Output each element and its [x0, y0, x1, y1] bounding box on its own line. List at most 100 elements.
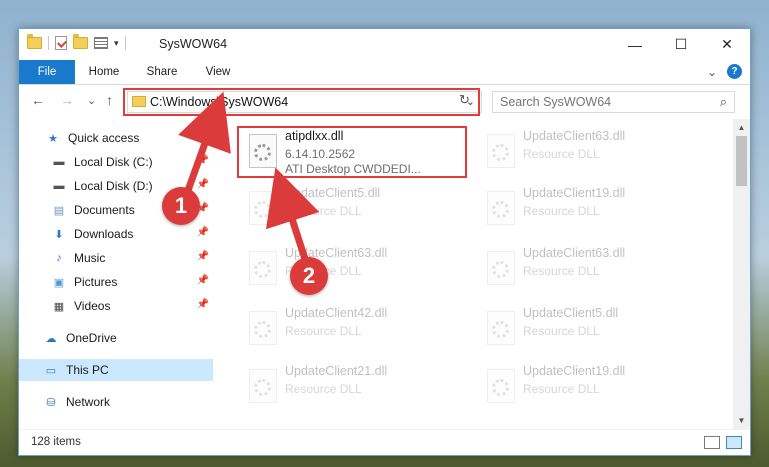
drive-icon: ▬: [53, 156, 65, 168]
title-bar: ▾ SysWOW64 — ☐ ✕: [19, 29, 750, 60]
download-icon: ⬇: [54, 228, 64, 241]
window-title: SysWOW64: [159, 37, 228, 51]
details-view-icon[interactable]: [704, 436, 720, 449]
sidebar-item-label: This PC: [66, 363, 109, 377]
tab-file[interactable]: File: [19, 60, 75, 84]
cloud-icon: ☁: [45, 332, 57, 345]
scroll-up-arrow-icon[interactable]: ▲: [733, 119, 750, 136]
file-tile[interactable]: UpdateClient63.dll Resource DLL: [475, 243, 705, 295]
video-icon: ▦: [53, 300, 65, 313]
sidebar-item-pictures[interactable]: ▣ Pictures 📌: [19, 271, 213, 293]
maximize-button[interactable]: ☐: [658, 29, 704, 60]
properties-icon[interactable]: [55, 36, 67, 50]
file-type: Resource DLL: [285, 382, 362, 396]
customize-toolbar-chevron-icon[interactable]: ▾: [114, 38, 119, 49]
pin-icon[interactable]: 📌: [197, 299, 209, 310]
large-icons-view-icon[interactable]: [726, 436, 742, 449]
scroll-down-arrow-icon[interactable]: ▼: [733, 412, 750, 429]
sidebar-item-label: Pictures: [74, 275, 118, 289]
step-2-badge: 2: [290, 257, 328, 295]
folder-icon: [27, 34, 42, 49]
sidebar-item-label: Downloads: [74, 227, 134, 241]
sidebar-item-label: Network: [66, 395, 111, 409]
up-button[interactable]: ↑: [106, 92, 113, 108]
network-icon: ⛁: [46, 396, 56, 409]
file-type: Resource DLL: [523, 382, 600, 396]
item-count: 128 items: [31, 436, 81, 448]
address-bar-highlight: [123, 88, 480, 116]
file-type: Resource DLL: [523, 147, 600, 161]
forward-button[interactable]: →: [60, 92, 74, 108]
sidebar-item-label: Quick access: [68, 131, 140, 145]
file-tile[interactable]: UpdateClient19.dll Resource DLL: [475, 361, 705, 413]
sidebar-item-label: Documents: [74, 203, 135, 217]
status-bar: 128 items: [19, 429, 750, 455]
new-folder-icon[interactable]: [73, 34, 88, 49]
file-name: UpdateClient63.dll: [523, 129, 626, 143]
sidebar-item-quick-access[interactable]: ★ Quick access: [19, 127, 213, 149]
dll-file-icon: [487, 191, 515, 225]
refresh-icon[interactable]: ↻: [459, 92, 470, 108]
tab-share[interactable]: Share: [137, 60, 187, 84]
music-icon: ♪: [56, 252, 62, 264]
back-button[interactable]: ←: [31, 92, 45, 108]
close-button[interactable]: ✕: [704, 29, 750, 60]
pin-icon[interactable]: 📌: [197, 251, 209, 262]
expand-ribbon-chevron-icon[interactable]: ⌄: [707, 65, 717, 79]
search-box[interactable]: ⌕: [492, 91, 735, 113]
help-icon[interactable]: ?: [727, 64, 742, 79]
tab-view[interactable]: View: [195, 60, 241, 84]
file-type: Resource DLL: [285, 204, 362, 218]
file-explorer-window: ▾ SysWOW64 — ☐ ✕ File Home Share View ⌄ …: [18, 28, 751, 456]
view-options-icon[interactable]: [94, 37, 108, 49]
file-tile[interactable]: UpdateClient21.dll Resource DLL: [237, 361, 467, 413]
file-tile[interactable]: UpdateClient63.dll Resource DLL: [237, 243, 467, 295]
star-icon: ★: [48, 132, 58, 145]
gear-icon: [254, 379, 271, 396]
recent-locations-chevron-icon[interactable]: ⌄: [87, 94, 96, 107]
sidebar-item-network[interactable]: ⛁ Network: [19, 391, 213, 413]
pin-icon[interactable]: 📌: [197, 155, 209, 166]
file-tile[interactable]: UpdateClient19.dll Resource DLL: [475, 183, 705, 235]
sidebar-item-music[interactable]: ♪ Music 📌: [19, 247, 213, 269]
file-name: atipdlxx.dll: [285, 129, 344, 143]
dll-file-icon: [249, 134, 277, 168]
search-icon[interactable]: ⌕: [720, 94, 727, 110]
minimize-button[interactable]: —: [612, 29, 658, 60]
pin-icon[interactable]: 📌: [197, 227, 209, 238]
file-tile[interactable]: UpdateClient5.dll Resource DLL: [237, 183, 467, 235]
view-toggle: [704, 436, 742, 449]
drive-icon: ▬: [53, 180, 65, 192]
pin-icon[interactable]: 📌: [197, 275, 209, 286]
gear-icon: [492, 321, 509, 338]
tab-home[interactable]: Home: [79, 60, 129, 84]
sidebar-item-this-pc[interactable]: ▭ This PC: [19, 359, 213, 381]
gear-icon: [492, 201, 509, 218]
dll-file-icon: [249, 311, 277, 345]
pin-icon[interactable]: 📌: [197, 179, 209, 190]
file-tile[interactable]: UpdateClient63.dll Resource DLL: [475, 126, 705, 178]
navigation-bar: ← → ⌄ ↑ C:\Windows\SysWOW64 ⌄ ↻ ⌕: [19, 86, 750, 118]
file-tile-atipdlxx[interactable]: atipdlxx.dll 6.14.10.2562 ATI Desktop CW…: [237, 126, 467, 178]
scrollbar-thumb[interactable]: [736, 136, 747, 186]
file-type: Resource DLL: [523, 324, 600, 338]
step-1-badge: 1: [162, 187, 200, 225]
pictures-icon: ▣: [53, 276, 65, 289]
dll-file-icon: [487, 251, 515, 285]
sidebar-item-label: Music: [74, 251, 106, 265]
gear-icon: [492, 379, 509, 396]
ribbon-tabs: File Home Share View ⌄ ?: [19, 60, 750, 85]
sidebar-item-downloads[interactable]: ⬇ Downloads 📌: [19, 223, 213, 245]
search-input[interactable]: [493, 92, 693, 112]
vertical-scrollbar[interactable]: ▲ ▼: [733, 119, 750, 429]
sidebar-item-onedrive[interactable]: ☁ OneDrive: [19, 327, 213, 349]
window-controls: — ☐ ✕: [612, 29, 750, 60]
gear-icon: [254, 144, 271, 161]
file-tile[interactable]: UpdateClient5.dll Resource DLL: [475, 303, 705, 355]
sidebar-item-label: Local Disk (C:): [74, 155, 153, 169]
file-type: Resource DLL: [285, 324, 362, 338]
sidebar-item-local-disk-c[interactable]: ▬ Local Disk (C:) 📌: [19, 151, 213, 173]
file-name: UpdateClient5.dll: [285, 186, 381, 200]
file-tile[interactable]: UpdateClient42.dll Resource DLL: [237, 303, 467, 355]
sidebar-item-videos[interactable]: ▦ Videos 📌: [19, 295, 213, 317]
